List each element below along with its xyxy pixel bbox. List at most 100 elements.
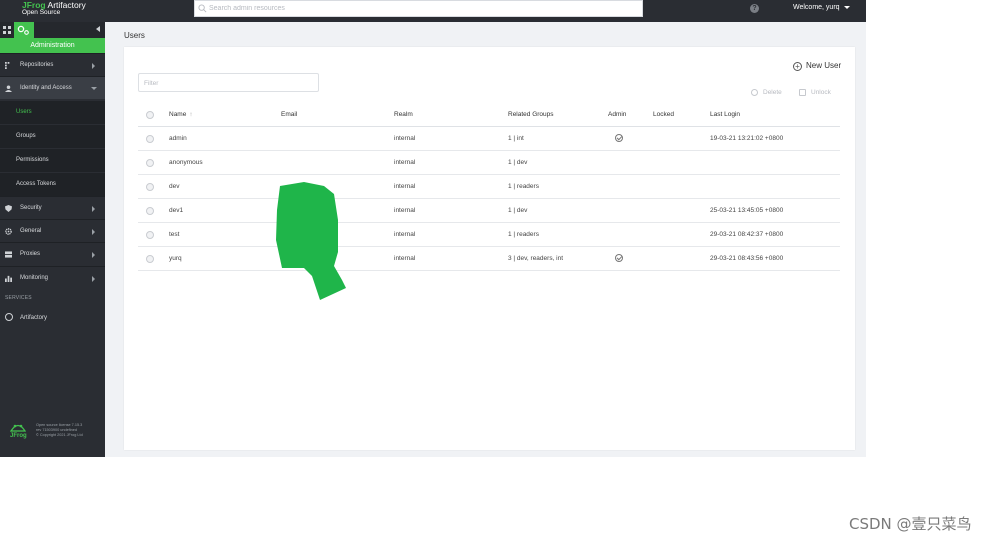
row-checkbox[interactable] [146, 255, 154, 263]
welcome-text: Welcome, yurq [793, 4, 840, 11]
search-icon [198, 4, 207, 13]
chevron-down-icon [843, 5, 850, 9]
brand-logo[interactable]: JFrog Artifactory Open Source [8, 0, 118, 22]
sidebar-item-label: Identity and Access [20, 85, 72, 91]
row-checkbox[interactable] [146, 135, 154, 143]
user-related-groups: 1 | readers [508, 231, 539, 238]
user-last-login: 29-03-21 08:43:56 +0800 [710, 255, 784, 262]
table-row[interactable]: anonymous internal 1 | dev [138, 151, 840, 175]
sidebar-item-access-tokens[interactable]: Access Tokens [0, 172, 105, 196]
sidebar-item-label: Monitoring [20, 275, 49, 281]
chart-icon [5, 275, 12, 282]
user-realm: internal [394, 255, 416, 262]
sidebar-subitem-label: Users [16, 109, 32, 115]
user-related-groups: 1 | int [508, 135, 524, 142]
table-row[interactable]: yurq internal 3 | dev, readers, int 29-03-2… [138, 247, 840, 271]
module-title: Administration [0, 38, 105, 53]
filter-input[interactable] [144, 78, 314, 88]
table-row[interactable]: admin internal 1 | int 19-03-21 13:21:02 +0… [138, 127, 840, 151]
user-related-groups: 1 | readers [508, 183, 539, 190]
users-card: + New User Delete Unlock Name↑ Email Rea… [124, 47, 855, 450]
page-title: Users [124, 31, 145, 40]
sidebar-item-monitoring[interactable]: Monitoring [0, 266, 105, 289]
row-checkbox[interactable] [146, 159, 154, 167]
user-name[interactable]: dev1 [169, 207, 183, 214]
user-name[interactable]: dev [169, 183, 179, 190]
sidebar-item-proxies[interactable]: Proxies [0, 242, 105, 265]
chevron-down-icon [91, 87, 97, 90]
column-header-locked[interactable]: Locked [653, 111, 674, 118]
column-header-admin[interactable]: Admin [608, 111, 626, 118]
lock-icon [799, 89, 806, 96]
admin-gears-icon[interactable] [14, 22, 34, 38]
server-icon [5, 251, 12, 258]
user-last-login: 29-03-21 08:42:37 +0800 [710, 231, 784, 238]
sidebar-item-repositories[interactable]: Repositories [0, 53, 105, 76]
user-realm: internal [394, 231, 416, 238]
user-name[interactable]: anonymous [169, 159, 203, 166]
table-row[interactable]: dev1 internal 1 | dev 25-03-21 13:45:05 +08… [138, 199, 840, 223]
sidebar-item-label: Proxies [20, 251, 41, 257]
collapse-sidebar-icon[interactable] [96, 26, 100, 32]
user-last-login: 25-03-21 13:45:05 +0800 [710, 207, 784, 214]
user-related-groups: 3 | dev, readers, int [508, 255, 564, 262]
user-menu[interactable]: Welcome, yurq [793, 4, 850, 11]
new-user-label: New User [806, 61, 842, 70]
sidebar-item-artifactory[interactable]: Artifactory [0, 307, 105, 329]
sidebar-subitem-label: Groups [16, 133, 36, 139]
sidebar-item-label: Repositories [20, 62, 54, 68]
user-name[interactable]: yurq [169, 255, 182, 262]
table-row[interactable]: test internal 1 | readers 29-03-21 08:42:37… [138, 223, 840, 247]
delete-icon [751, 89, 758, 96]
user-realm: internal [394, 135, 416, 142]
user-name[interactable]: admin [169, 135, 187, 142]
sidebar-item-security[interactable]: Security [0, 196, 105, 219]
user-name[interactable]: test [169, 231, 179, 238]
sidebar-item-permissions[interactable]: Permissions [0, 148, 105, 172]
sidebar-item-identity-and-access[interactable]: Identity and Access [0, 76, 105, 99]
chevron-right-icon [92, 229, 95, 235]
sidebar-item-general[interactable]: General [0, 219, 105, 242]
search-input[interactable] [209, 2, 629, 15]
user-realm: internal [394, 183, 416, 190]
copyright-line: © Copyright 2021 JFrog Ltd [36, 433, 83, 437]
unlock-label: Unlock [811, 89, 831, 96]
column-header-name[interactable]: Name ↑ [169, 111, 193, 118]
table-row[interactable]: dev internal 1 | readers [138, 175, 840, 199]
help-icon[interactable]: ? [750, 4, 759, 13]
column-header-last-login[interactable]: Last Login [710, 111, 740, 118]
app-window: JFrog Artifactory Open Source ? Welcome,… [0, 0, 866, 457]
sidebar-item-label: General [20, 228, 42, 234]
apps-grid-icon[interactable] [3, 26, 11, 34]
repositories-icon [5, 62, 10, 69]
row-checkbox[interactable] [146, 183, 154, 191]
sidebar-subitem-label: Permissions [16, 157, 49, 163]
column-header-email[interactable]: Email [281, 111, 297, 118]
sidebar-item-label: Artifactory [20, 315, 48, 321]
column-header-realm[interactable]: Realm [394, 111, 413, 118]
plus-circle-icon: + [793, 62, 802, 71]
search-bar[interactable] [194, 0, 643, 17]
row-checkbox[interactable] [146, 231, 154, 239]
sidebar-item-groups[interactable]: Groups [0, 124, 105, 148]
gear-icon [5, 228, 12, 235]
license-info: Open source license 7.15.3 rev 71503900 … [36, 423, 83, 438]
admin-check-icon [615, 254, 623, 262]
select-all-checkbox[interactable] [146, 111, 154, 119]
column-header-label: Name [169, 111, 187, 118]
chevron-right-icon [92, 252, 95, 258]
sidebar: Administration Repositories Identity and… [0, 22, 105, 457]
row-checkbox[interactable] [146, 207, 154, 215]
user-icon [5, 85, 12, 92]
user-related-groups: 1 | dev [508, 207, 528, 214]
column-header-related-groups[interactable]: Related Groups [508, 111, 554, 118]
user-related-groups: 1 | dev [508, 159, 528, 166]
admin-check-icon [615, 134, 623, 142]
sidebar-item-users[interactable]: Users [0, 100, 105, 124]
sidebar-footer: JFrog Open source license 7.15.3 rev 715… [0, 417, 105, 457]
jfrog-logo: JFrog [8, 421, 28, 443]
top-bar: JFrog Artifactory Open Source ? Welcome,… [0, 0, 866, 22]
filter-field[interactable] [138, 73, 319, 92]
brand-edition: Open Source [22, 9, 61, 16]
sidebar-subitem-label: Access Tokens [16, 181, 56, 187]
